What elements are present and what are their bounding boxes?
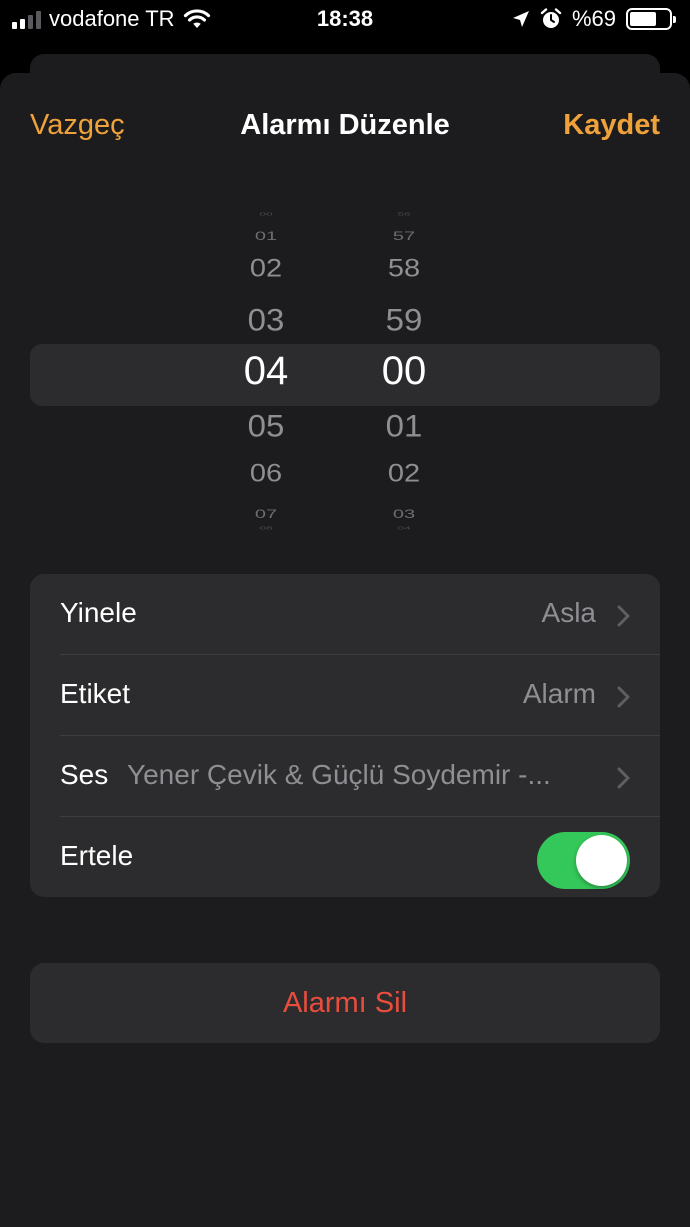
nav-bar: Vazgeç Alarmı Düzenle Kaydet	[0, 73, 690, 177]
sound-label: Ses	[60, 759, 109, 790]
toggle-knob	[576, 835, 627, 886]
sound-row[interactable]: Ses Yener Çevik & Güçlü Soydemir -...	[30, 736, 660, 817]
picker-value[interactable]: 03	[211, 302, 321, 338]
minute-wheel[interactable]: 56 57 58 59 00 01 02 03 04	[349, 212, 459, 543]
picker-value[interactable]: 00	[211, 212, 321, 217]
save-button[interactable]: Kaydet	[563, 109, 660, 142]
picker-value[interactable]: 01	[349, 408, 459, 444]
picker-value[interactable]: 59	[349, 302, 459, 338]
picker-selected-value[interactable]: 00	[349, 349, 459, 394]
delete-alarm-button[interactable]: Alarmı Sil	[30, 963, 660, 1043]
snooze-label: Ertele	[60, 840, 134, 871]
picker-value[interactable]: 58	[349, 255, 459, 283]
chevron-right-icon	[617, 605, 630, 627]
picker-value[interactable]: 08	[211, 526, 321, 531]
picker-selected-value[interactable]: 04	[211, 349, 321, 394]
picker-value[interactable]: 01	[211, 230, 321, 244]
sound-value: Yener Çevik & Güçlü Soydemir -...	[127, 759, 551, 790]
chevron-right-icon	[617, 767, 630, 789]
picker-value[interactable]: 04	[349, 526, 459, 531]
time-picker: 00 01 02 03 04 05 06 07 08 56 57 58 59 00 01 02 03 04	[0, 212, 690, 543]
picker-value[interactable]: 05	[211, 408, 321, 444]
hour-wheel[interactable]: 00 01 02 03 04 05 06 07 08	[211, 212, 321, 543]
edit-alarm-sheet: Vazgeç Alarmı Düzenle Kaydet 00 01 02 03 04 0…	[0, 73, 690, 1227]
battery-icon	[626, 8, 676, 30]
repeat-row[interactable]: Yinele Asla	[30, 574, 660, 655]
picker-value[interactable]: 06	[211, 460, 321, 488]
picker-selection-highlight	[30, 344, 660, 406]
battery-percent: %69	[571, 6, 616, 31]
chevron-right-icon	[617, 686, 630, 708]
alarm-clock-icon	[540, 8, 562, 28]
label-label: Etiket	[60, 678, 131, 709]
status-bar: vodafone TR 18:38 %69	[0, 0, 690, 40]
repeat-label: Yinele	[60, 597, 137, 628]
label-row[interactable]: Etiket Alarm	[30, 655, 660, 736]
alarm-settings-group: Yinele Asla Etiket Alarm Ses Yener Çevik…	[30, 574, 660, 897]
label-value: Alarm	[522, 678, 596, 709]
picker-value[interactable]: 07	[211, 508, 321, 522]
snooze-row: Ertele	[30, 817, 660, 897]
location-icon	[512, 11, 529, 27]
snooze-toggle[interactable]	[537, 832, 630, 889]
repeat-value: Asla	[541, 597, 596, 628]
picker-value[interactable]: 56	[349, 212, 459, 217]
picker-value[interactable]: 03	[349, 508, 459, 522]
picker-value[interactable]: 02	[211, 255, 321, 283]
status-right: %69	[512, 6, 676, 32]
picker-value[interactable]: 02	[349, 460, 459, 488]
picker-value[interactable]: 57	[349, 230, 459, 244]
